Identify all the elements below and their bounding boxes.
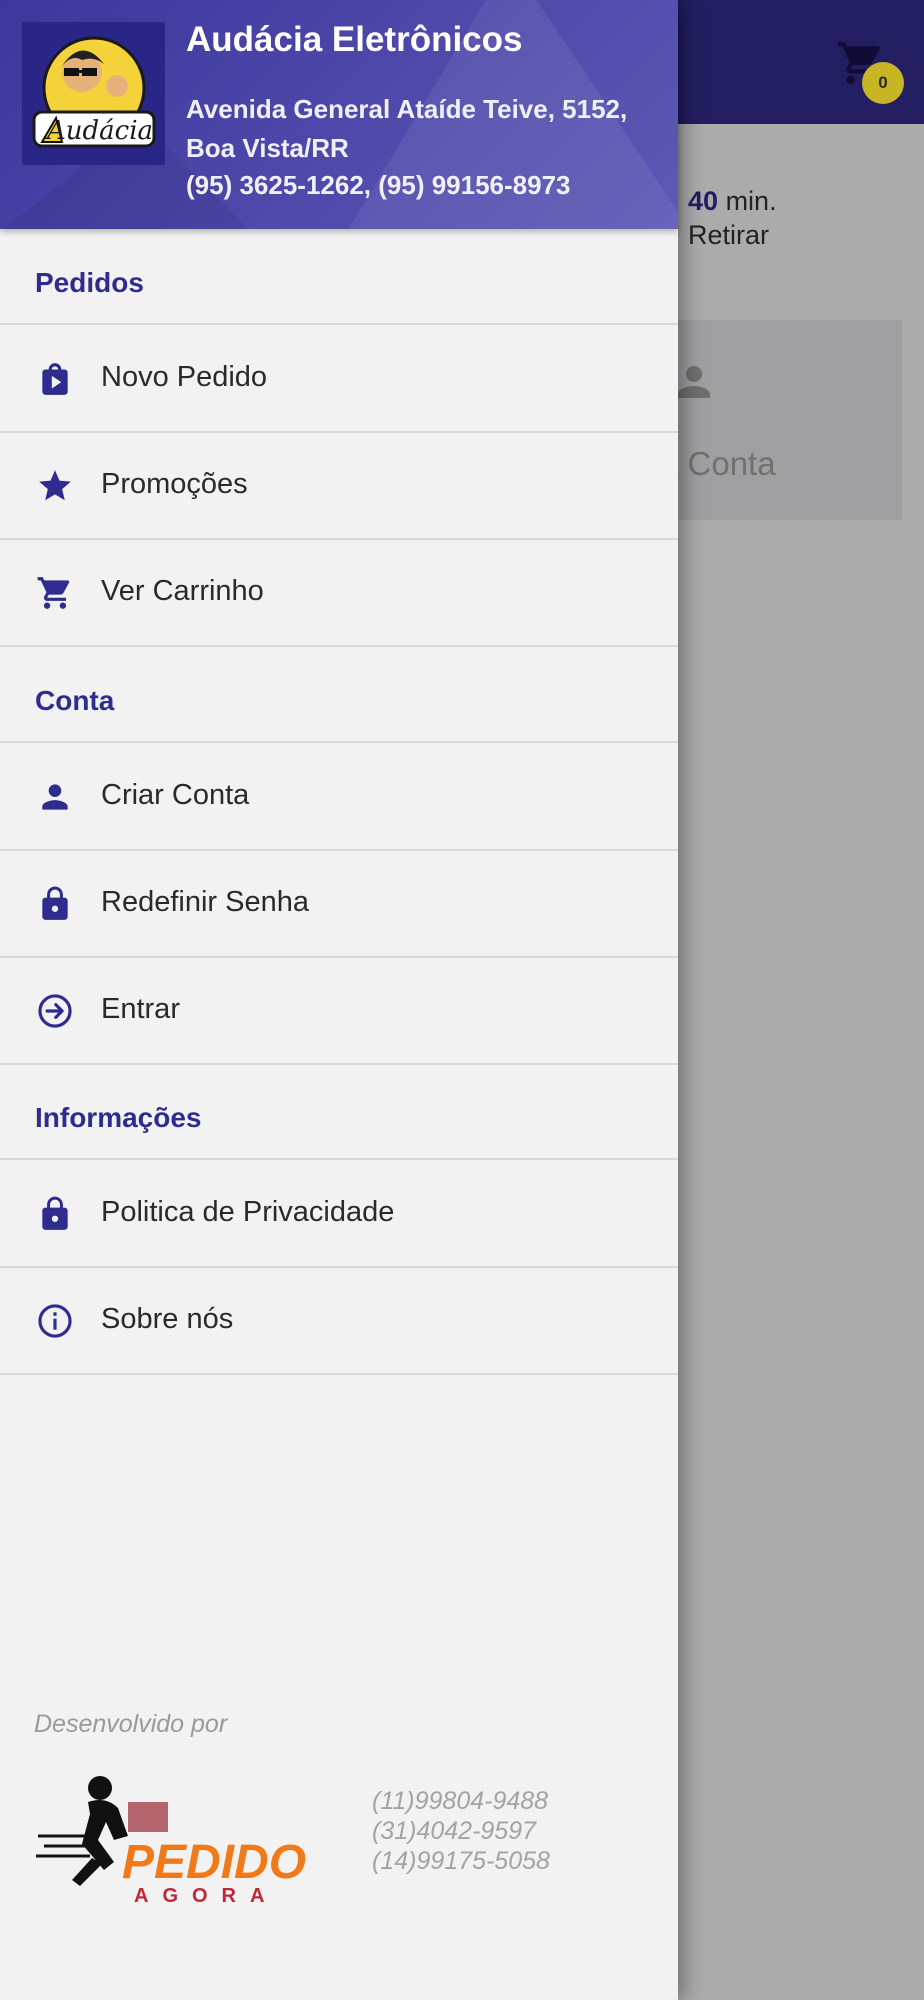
menu-item-reset-password[interactable]: Redefinir Senha [0,850,678,958]
navigation-drawer: Audácia Audácia Eletrônicos Avenida Gene… [0,0,678,2000]
cart-count-badge: 0 [862,62,904,104]
menu-item-view-cart[interactable]: Ver Carrinho [0,539,678,647]
cart-icon [37,577,70,609]
drawer-header: Audácia Audácia Eletrônicos Avenida Gene… [0,0,678,229]
delivery-time-unit: min. [725,186,777,216]
section-info: Informações [0,1064,678,1160]
store-address: Avenida General Ataíde Teive, 5152, Boa … [186,94,628,163]
section-orders-title: Pedidos [35,267,144,298]
pickup-label: Retirar [688,220,770,250]
developer-phone: (31)4042-9597 [372,1817,537,1845]
lock-icon [42,886,68,920]
login-arrow-icon [38,994,72,1028]
developer-phones: (11)99804-9488 (31)4042-9597 (14)99175-5… [372,1786,550,1876]
store-phones: (95) 3625-1262, (95) 99156-8973 [186,170,571,200]
section-account-title: Conta [35,685,115,716]
logo-text: Audácia [45,116,153,146]
delivery-time-value: 40 [688,186,719,216]
menu-item-label: Politica de Privacidade [101,1196,395,1228]
menu-item-create-account[interactable]: Criar Conta [0,743,678,851]
menu-item-label: Promoções [101,468,248,500]
menu-item-promotions[interactable]: Promoções [0,432,678,540]
person-icon [42,784,68,810]
menu-item-label: Novo Pedido [101,361,268,393]
menu-item-label: Entrar [101,993,180,1025]
menu-item-label: Criar Conta [101,779,250,811]
menu-item-label: Ver Carrinho [101,575,264,607]
menu-item-login[interactable]: Entrar [0,957,678,1065]
developed-by-label: Desenvolvido por [34,1710,228,1738]
menu-item-new-order[interactable]: Novo Pedido [0,325,678,433]
developer-phone: (11)99804-9488 [372,1787,549,1815]
shopping-bag-icon [42,363,68,395]
section-account: Conta [0,647,678,743]
menu-item-label: Redefinir Senha [101,886,309,918]
menu-item-about[interactable]: Sobre nós [0,1267,678,1375]
pedido-agora-logo[interactable]: PEDIDO AGORA [34,1766,324,1907]
section-info-title: Informações [35,1102,202,1133]
store-name: Audácia Eletrônicos [186,20,523,59]
lock-icon [42,1196,68,1230]
section-orders: Pedidos [0,229,678,325]
delivery-info: 40 min. Retirar [688,184,777,252]
developer-phone: (14)99175-5058 [372,1847,550,1875]
brand-line2: AGORA [134,1885,278,1906]
brand-line1: PEDIDO [122,1836,306,1889]
menu-item-label: Sobre nós [101,1303,234,1335]
store-logo: Audácia [22,22,165,165]
menu-item-privacy-policy[interactable]: Politica de Privacidade [0,1160,678,1268]
star-icon [39,470,71,501]
info-icon [38,1304,72,1338]
